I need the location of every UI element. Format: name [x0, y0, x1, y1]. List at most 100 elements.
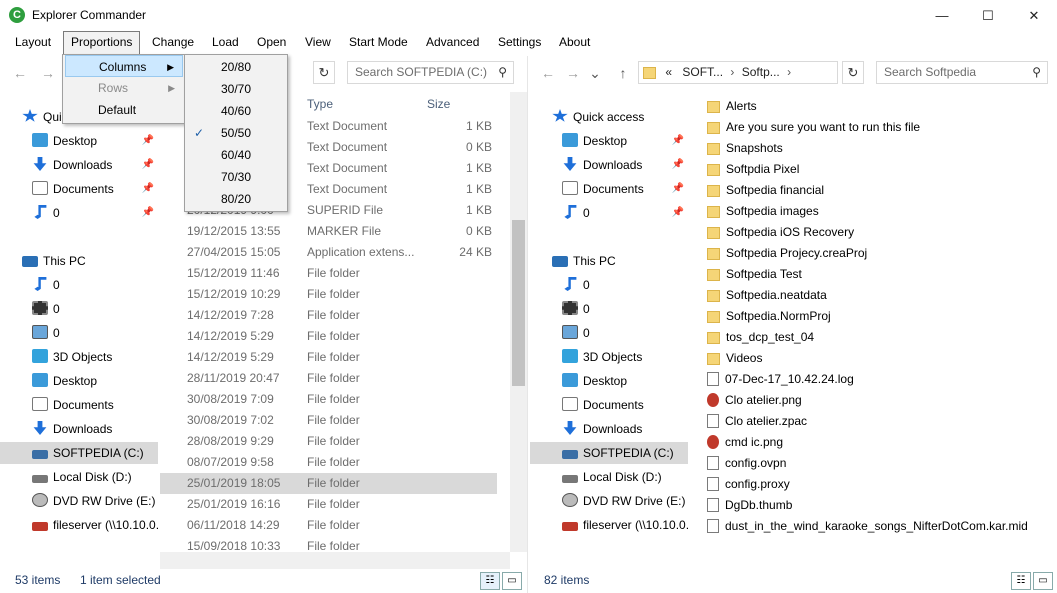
table-row[interactable]: 06/11/2018 14:29 File folder — [160, 515, 497, 536]
table-row[interactable]: 28/11/2019 20:47 File folder — [160, 368, 497, 389]
columns-option[interactable]: 30/70 — [187, 78, 285, 100]
right-search-input[interactable]: Search Softpedia ⚲ — [876, 61, 1048, 84]
table-row[interactable]: 30/08/2019 7:09 File folder — [160, 389, 497, 410]
tree-item[interactable]: DVD RW Drive (E:) A — [530, 490, 688, 512]
large-icons-view-icon[interactable]: ▭ — [1033, 572, 1053, 590]
list-item[interactable]: cmd ic.png — [707, 432, 1042, 453]
breadcrumb-softpedia-folder[interactable]: Softp... — [742, 65, 780, 79]
list-item[interactable]: Softpedia financial — [707, 180, 1042, 201]
tree-item[interactable]: Downloads — [530, 418, 688, 440]
tree-item[interactable]: 3D Objects — [0, 346, 158, 368]
pin-icon[interactable]: 📌 — [142, 130, 154, 152]
list-item[interactable]: Clo atelier.png — [707, 390, 1042, 411]
tree-item[interactable]: Desktop — [530, 370, 688, 392]
tree-item[interactable]: Desktop 📌 — [530, 130, 688, 152]
list-item[interactable]: Clo atelier.zpac — [707, 411, 1042, 432]
table-row[interactable]: 25/01/2019 18:05 File folder — [160, 473, 497, 494]
columns-option[interactable]: ✓ 50/50 — [187, 122, 285, 144]
column-header-size[interactable]: Size — [427, 94, 450, 114]
pin-icon[interactable]: 📌 — [672, 154, 684, 176]
tree-item[interactable]: 0 — [530, 274, 688, 296]
list-item[interactable]: Softpedia iOS Recovery — [707, 222, 1042, 243]
left-search-input[interactable]: Search SOFTPEDIA (C:) ⚲ — [347, 61, 514, 84]
menu-start-mode[interactable]: Start Mode — [342, 31, 415, 54]
columns-option[interactable]: 20/80 — [187, 56, 285, 78]
list-item[interactable]: Snapshots — [707, 138, 1042, 159]
tree-item[interactable]: Downloads 📌 — [530, 154, 688, 176]
tree-item[interactable]: fileserver (\\10.10.0. — [530, 514, 688, 536]
tree-item[interactable]: Local Disk (D:) — [530, 466, 688, 488]
table-row[interactable]: 08/07/2019 9:58 File folder — [160, 452, 497, 473]
table-row[interactable]: 15/12/2019 10:29 File folder — [160, 284, 497, 305]
list-item[interactable]: 07-Dec-17_10.42.24.log — [707, 369, 1042, 390]
menu-advanced[interactable]: Advanced — [419, 31, 486, 54]
tree-item[interactable]: Desktop — [0, 370, 158, 392]
tree-item[interactable]: fileserver (\\10.10.0. — [0, 514, 158, 536]
list-item[interactable]: Softpedia.NormProj — [707, 306, 1042, 327]
up-arrow-icon[interactable]: ↑ — [612, 61, 634, 85]
pin-icon[interactable]: 📌 — [672, 178, 684, 200]
left-scroll-thumb[interactable] — [512, 220, 525, 386]
tree-item[interactable]: 0 — [530, 322, 688, 344]
pin-icon[interactable]: 📌 — [672, 202, 684, 224]
list-item[interactable]: Videos — [707, 348, 1042, 369]
columns-option[interactable]: 40/60 — [187, 100, 285, 122]
menu-item-columns[interactable]: Columns ▶ — [65, 55, 183, 77]
menu-settings[interactable]: Settings — [491, 31, 548, 54]
left-horizontal-scrollbar[interactable] — [160, 552, 510, 569]
list-item[interactable]: config.ovpn — [707, 453, 1042, 474]
list-item[interactable]: Alerts — [707, 96, 1042, 117]
tree-item[interactable]: DVD RW Drive (E:) A — [0, 490, 158, 512]
details-view-icon[interactable]: ☷ — [480, 572, 500, 590]
tree-item[interactable]: SOFTPEDIA (C:) — [530, 442, 688, 464]
columns-option[interactable]: 60/40 — [187, 144, 285, 166]
columns-option[interactable]: 80/20 — [187, 188, 285, 210]
table-row[interactable]: 19/12/2015 13:55 MARKER File 0 KB — [160, 221, 497, 242]
list-item[interactable]: Softpedia Test — [707, 264, 1042, 285]
tree-item[interactable]: This PC — [530, 250, 688, 272]
list-item[interactable]: Softpedia Projecy.creaProj — [707, 243, 1042, 264]
menu-proportions[interactable]: Proportions — [63, 31, 141, 54]
menu-layout[interactable]: Layout — [8, 31, 58, 54]
table-row[interactable]: 15/09/2018 10:33 File folder — [160, 536, 497, 552]
search-icon[interactable]: ⚲ — [1032, 62, 1041, 83]
menu-load[interactable]: Load — [205, 31, 246, 54]
list-item[interactable]: Softpedia.neatdata — [707, 285, 1042, 306]
menu-view[interactable]: View — [298, 31, 338, 54]
pin-icon[interactable]: 📌 — [142, 202, 154, 224]
menu-open[interactable]: Open — [250, 31, 293, 54]
right-address-bar[interactable]: « SOFT... › Softp... › — [638, 61, 838, 84]
tree-item[interactable]: 0 📌 — [530, 202, 688, 224]
large-icons-view-icon[interactable]: ▭ — [502, 572, 522, 590]
pane-splitter[interactable] — [527, 56, 528, 593]
minimize-button[interactable]: — — [919, 0, 965, 31]
tree-item[interactable]: SOFTPEDIA (C:) — [0, 442, 158, 464]
tree-item[interactable]: 0 — [0, 322, 158, 344]
columns-option[interactable]: 70/30 — [187, 166, 285, 188]
breadcrumb-overflow[interactable]: « — [665, 65, 672, 79]
forward-arrow-icon[interactable]: → — [562, 61, 584, 85]
refresh-icon[interactable]: ↻ — [313, 61, 335, 84]
tree-item[interactable]: 3D Objects — [530, 346, 688, 368]
menu-about[interactable]: About — [552, 31, 597, 54]
tree-item[interactable]: Documents — [0, 394, 158, 416]
tree-item[interactable]: Downloads 📌 — [0, 154, 158, 176]
tree-item[interactable]: Quick access — [530, 106, 688, 128]
list-item[interactable]: Are you sure you want to run this file — [707, 117, 1042, 138]
tree-item[interactable]: Local Disk (D:) — [0, 466, 158, 488]
tree-item[interactable]: Documents 📌 — [0, 178, 158, 200]
table-row[interactable]: 14/12/2019 5:29 File folder — [160, 326, 497, 347]
tree-item[interactable]: 0 — [0, 298, 158, 320]
back-arrow-icon[interactable]: ← — [9, 61, 31, 85]
table-row[interactable]: 27/04/2015 15:05 Application extens... 24 … — [160, 242, 497, 263]
menu-item-rows[interactable]: Rows ▶ — [65, 77, 183, 99]
table-row[interactable]: 25/01/2019 16:16 File folder — [160, 494, 497, 515]
forward-arrow-icon[interactable]: → — [37, 61, 59, 85]
tree-item[interactable]: Desktop 📌 — [0, 130, 158, 152]
list-item[interactable]: config.proxy — [707, 474, 1042, 495]
search-icon[interactable]: ⚲ — [498, 62, 507, 83]
menu-item-default[interactable]: Default — [65, 99, 183, 121]
recent-locations-icon[interactable]: ⌄ — [584, 61, 606, 85]
tree-item[interactable]: Documents — [530, 394, 688, 416]
tree-item[interactable]: 0 📌 — [0, 202, 158, 224]
